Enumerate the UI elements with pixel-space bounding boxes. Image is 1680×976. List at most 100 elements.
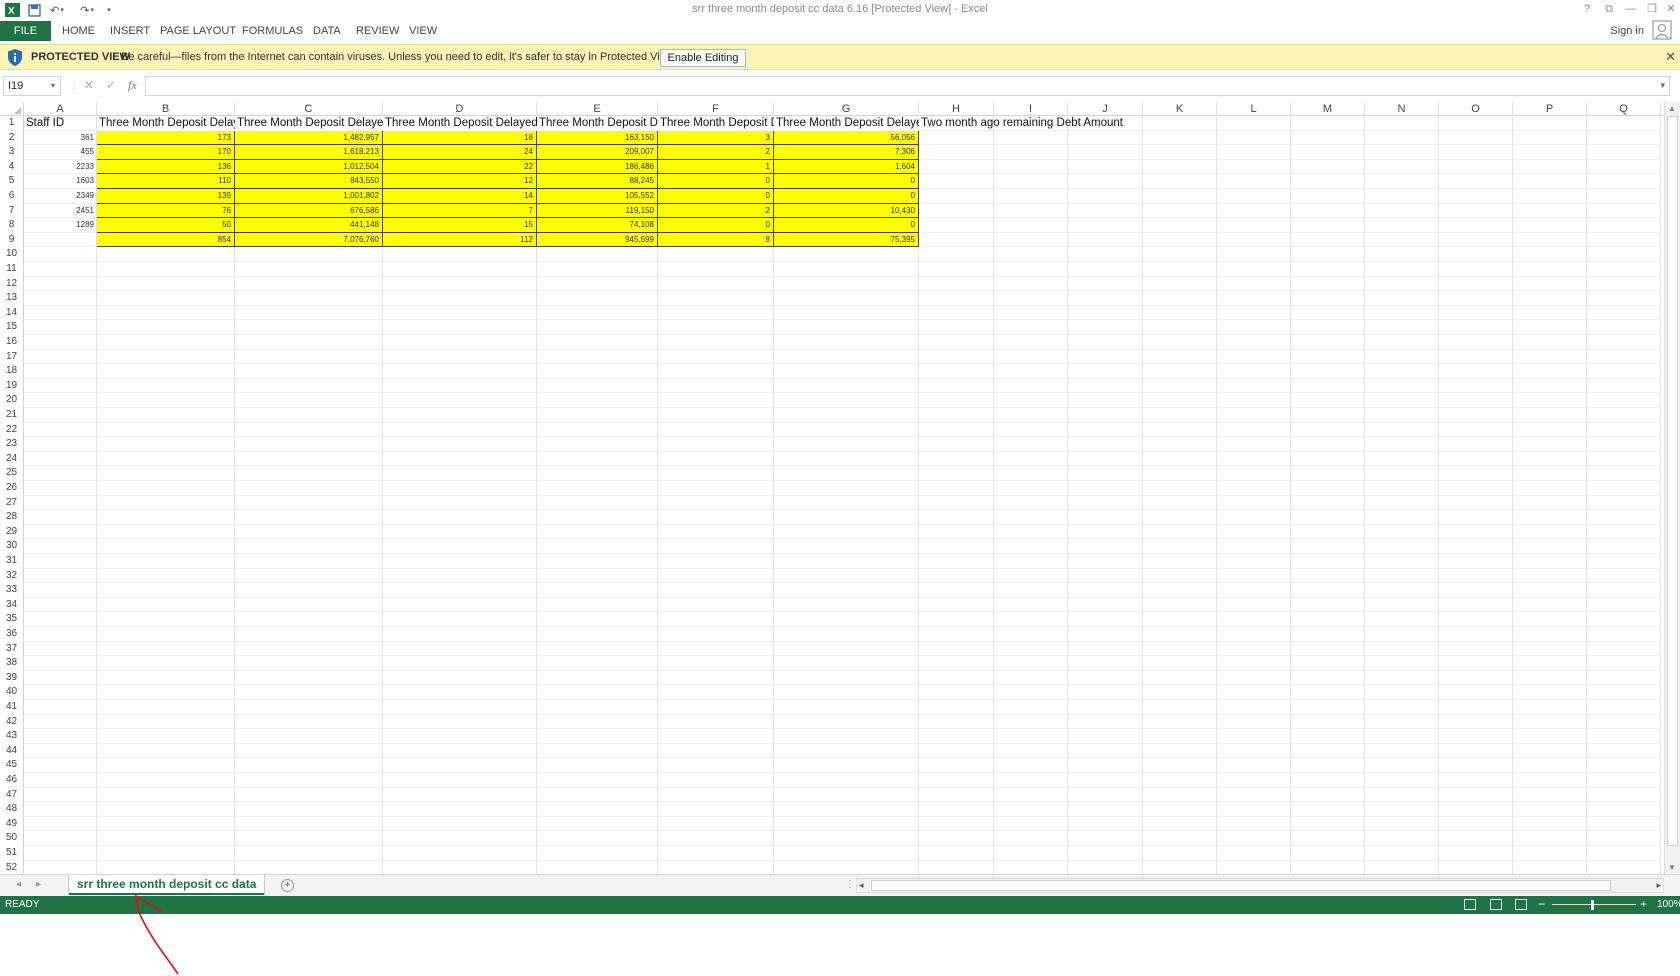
data-cell[interactable]: 50: [97, 218, 235, 233]
staff-id-cell[interactable]: 361: [24, 131, 97, 146]
row-header[interactable]: 20: [0, 393, 24, 408]
row-header[interactable]: 50: [0, 831, 24, 846]
data-cell[interactable]: 163,150: [537, 130, 658, 146]
header-cell[interactable]: Three Month Deposit Delayed: [97, 116, 235, 131]
data-cell[interactable]: 18: [383, 130, 537, 146]
row-header[interactable]: 3: [0, 145, 24, 160]
data-cell[interactable]: 1,012,504: [235, 159, 383, 175]
column-header-d[interactable]: D: [383, 102, 537, 116]
row-header[interactable]: 38: [0, 656, 24, 671]
zoom-slider-thumb[interactable]: [1591, 900, 1594, 910]
page-break-view-icon[interactable]: [1515, 899, 1527, 910]
row-header[interactable]: 49: [0, 816, 24, 832]
data-cell[interactable]: 56,056: [774, 130, 919, 146]
tab-insert[interactable]: INSERT: [110, 23, 150, 39]
row-header[interactable]: 51: [0, 846, 24, 861]
row-header[interactable]: 35: [0, 612, 24, 627]
expand-formula-bar-icon[interactable]: ▾: [1660, 80, 1665, 91]
column-header-h[interactable]: H: [919, 102, 994, 116]
row-header[interactable]: 32: [0, 568, 24, 584]
data-cell[interactable]: 1,604: [774, 159, 919, 175]
data-cell[interactable]: 76: [97, 203, 235, 219]
data-cell[interactable]: 0: [774, 174, 919, 189]
row-header[interactable]: 45: [0, 758, 24, 773]
worksheet-grid[interactable]: ABCDEFGHIJKLMNOPQ 1 2 3 4 5 6 7 8 9 10 11 12 13 14 15 1…: [0, 102, 1664, 874]
close-icon[interactable]: ✕: [1665, 49, 1676, 65]
column-header-b[interactable]: B: [97, 102, 235, 116]
data-cell[interactable]: 75,395: [774, 232, 919, 248]
column-header-a[interactable]: A: [24, 102, 97, 116]
row-header[interactable]: 21: [0, 408, 24, 423]
column-header-j[interactable]: J: [1068, 102, 1143, 116]
row-header[interactable]: 34: [0, 597, 24, 613]
data-cell[interactable]: 136: [97, 159, 235, 175]
header-cell[interactable]: Three Month Deposit Delayed: [537, 116, 658, 131]
data-cell[interactable]: 7,076,760: [235, 232, 383, 248]
data-cell[interactable]: 843,550: [235, 174, 383, 189]
row-header[interactable]: 44: [0, 743, 24, 759]
column-header-p[interactable]: P: [1513, 102, 1587, 116]
row-header[interactable]: 28: [0, 510, 24, 525]
data-cell[interactable]: 0: [774, 189, 919, 204]
data-cell[interactable]: 8: [658, 232, 774, 248]
row-header[interactable]: 19: [0, 378, 24, 394]
header-cell[interactable]: Staff ID: [24, 116, 97, 131]
row-header[interactable]: 18: [0, 364, 24, 379]
row-header[interactable]: 17: [0, 349, 24, 365]
data-cell[interactable]: 441,148: [235, 218, 383, 233]
row-header[interactable]: 43: [0, 729, 24, 744]
restore-icon[interactable]: ❐: [1643, 1, 1661, 17]
account-icon[interactable]: [1652, 20, 1672, 40]
row-header[interactable]: 30: [0, 539, 24, 554]
data-cell[interactable]: 10,430: [774, 203, 919, 219]
horizontal-scrollbar[interactable]: ◂ ▸: [856, 878, 1664, 893]
data-cell[interactable]: 0: [658, 218, 774, 233]
row-header[interactable]: 29: [0, 524, 24, 540]
column-header-g[interactable]: G: [774, 102, 919, 116]
data-cell[interactable]: 186,486: [537, 159, 658, 175]
zoom-in-icon[interactable]: +: [1640, 897, 1647, 911]
ribbon-display-icon[interactable]: ⧉: [1600, 1, 1618, 17]
row-header[interactable]: 15: [0, 320, 24, 335]
row-header[interactable]: 11: [0, 262, 24, 277]
staff-id-cell[interactable]: 1603: [24, 174, 97, 189]
sign-in-link[interactable]: Sign in: [1610, 23, 1644, 39]
data-cell[interactable]: 0: [658, 189, 774, 204]
tab-data[interactable]: DATA: [313, 23, 341, 39]
tab-split-handle-icon[interactable]: ⋮: [845, 879, 855, 890]
scroll-up-icon[interactable]: ▲: [1668, 104, 1676, 113]
data-cell[interactable]: 24: [383, 145, 537, 160]
scroll-down-icon[interactable]: ▼: [1668, 863, 1676, 872]
data-cell[interactable]: 110: [97, 174, 235, 189]
row-header[interactable]: 22: [0, 422, 24, 438]
next-sheet-icon[interactable]: ▸: [36, 879, 41, 890]
header-cell[interactable]: Three Month Deposit Delayed: [658, 116, 774, 131]
data-cell[interactable]: 2: [658, 145, 774, 160]
data-cell[interactable]: 7: [383, 203, 537, 219]
scroll-right-icon[interactable]: ▸: [1656, 880, 1661, 891]
row-header[interactable]: 25: [0, 466, 24, 481]
row-header[interactable]: 36: [0, 627, 24, 642]
data-cell[interactable]: 0: [658, 174, 774, 189]
row-header[interactable]: 10: [0, 247, 24, 262]
data-cell[interactable]: 2: [658, 203, 774, 219]
formula-input[interactable]: ▾: [145, 76, 1670, 96]
tab-formulas[interactable]: FORMULAS: [242, 23, 303, 39]
data-cell[interactable]: 105,552: [537, 189, 658, 204]
row-header[interactable]: 48: [0, 802, 24, 817]
zoom-out-icon[interactable]: −: [1538, 897, 1545, 911]
data-cell[interactable]: 1,001,802: [235, 189, 383, 204]
data-cell[interactable]: 119,150: [537, 203, 658, 219]
row-header[interactable]: 41: [0, 700, 24, 715]
staff-id-cell[interactable]: 2349: [24, 189, 97, 204]
row-header[interactable]: 24: [0, 451, 24, 467]
column-header-n[interactable]: N: [1365, 102, 1439, 116]
header-cell[interactable]: Two month ago remaining Debt Amount: [919, 116, 1143, 131]
row-header[interactable]: 27: [0, 495, 24, 511]
data-cell[interactable]: 112: [383, 232, 537, 248]
row-header[interactable]: 40: [0, 685, 24, 700]
staff-id-cell[interactable]: [24, 233, 97, 248]
column-header-i[interactable]: I: [994, 102, 1068, 116]
row-header[interactable]: 1: [0, 116, 24, 131]
row-header[interactable]: 14: [0, 305, 24, 321]
